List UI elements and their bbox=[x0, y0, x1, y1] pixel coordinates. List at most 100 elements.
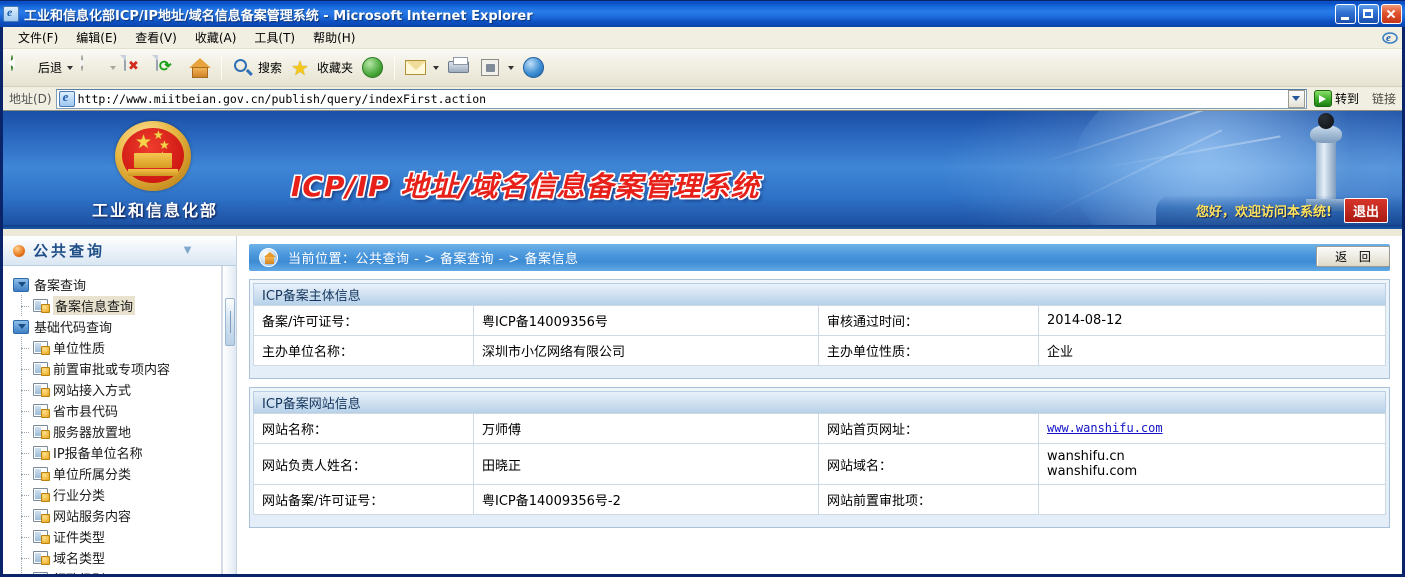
subject-info-table: 备案/许可证号： 粤ICP备14009356号 审核通过时间： 2014-08-… bbox=[253, 305, 1386, 366]
maximize-button[interactable] bbox=[1358, 4, 1379, 24]
cell-label-unit-name: 主办单位名称： bbox=[253, 335, 474, 366]
table-row: 网站备案/许可证号： 粤ICP备14009356号-2 网站前置审批项： bbox=[253, 484, 1386, 515]
cell-label-homepage-url: 网站首页网址： bbox=[818, 413, 1039, 444]
menu-item-help[interactable]: 帮助(H) bbox=[304, 27, 364, 48]
sidebar-item-label: 行业分类 bbox=[53, 489, 106, 504]
panel-footer bbox=[253, 366, 1386, 375]
sidebar-item-certificate-type[interactable]: 证件类型 bbox=[11, 526, 221, 547]
cell-label-approval-time: 审核通过时间： bbox=[818, 305, 1039, 336]
sidebar-group-base-code-query[interactable]: 基础代码查询 bbox=[11, 316, 221, 337]
sidebar-collapse-handle[interactable] bbox=[225, 298, 235, 346]
svg-text:e: e bbox=[1386, 32, 1391, 44]
page-star-icon bbox=[33, 446, 50, 460]
national-emblem-icon: ★ ★ ★ ★ ★ bbox=[103, 119, 203, 203]
refresh-icon: ⟳ bbox=[156, 54, 180, 80]
sidebar-item-pre-approval[interactable]: 前置审批或专项内容 bbox=[11, 358, 221, 379]
home-icon bbox=[188, 56, 212, 80]
address-dropdown-button[interactable] bbox=[1287, 89, 1305, 108]
sidebar-item-server-location[interactable]: 服务器放置地 bbox=[11, 421, 221, 442]
mail-dropdown-caret-icon[interactable] bbox=[433, 65, 440, 70]
menu-item-file[interactable]: 文件(F) bbox=[9, 27, 67, 48]
sidebar-item-province-code[interactable]: 省市县代码 bbox=[11, 400, 221, 421]
sidebar-item-beian-info-query[interactable]: 备案信息查询 bbox=[11, 295, 221, 316]
welcome-bar: 您好，欢迎访问本系统! 退出 bbox=[1156, 195, 1402, 225]
close-button[interactable] bbox=[1381, 4, 1402, 24]
stop-button[interactable]: ✖ bbox=[120, 54, 152, 82]
mail-button[interactable] bbox=[400, 54, 443, 82]
website-info-table: 网站名称： 万师傅 网站首页网址： www.wanshifu.com 网站负责人… bbox=[253, 413, 1386, 515]
back-icon bbox=[7, 54, 35, 80]
window-controls bbox=[1335, 4, 1402, 24]
sidebar-item-label: 证件类型 bbox=[53, 531, 106, 546]
sidebar-group-label: 备案查询 bbox=[34, 279, 87, 294]
sidebar-group-label: 基础代码查询 bbox=[34, 321, 113, 336]
messenger-button[interactable] bbox=[518, 54, 550, 82]
ie-app-icon bbox=[3, 5, 19, 22]
forward-dropdown-caret-icon[interactable] bbox=[110, 65, 117, 70]
go-label: 转到 bbox=[1334, 92, 1359, 106]
back-page-button[interactable]: 返 回 bbox=[1316, 246, 1390, 267]
forward-button[interactable] bbox=[77, 54, 120, 82]
menu-item-view[interactable]: 查看(V) bbox=[126, 27, 186, 48]
links-label[interactable]: 链接 bbox=[1372, 90, 1396, 107]
sidebar-group-beian-query[interactable]: 备案查询 bbox=[11, 274, 221, 295]
favorites-star-icon: ★ bbox=[291, 57, 309, 80]
page-body: 公共查询 ▼ 备案查询 备案信息查询 基础代码查询 单位性质 前置审批或专项内容… bbox=[3, 236, 1402, 574]
chevron-down-icon[interactable]: ▼ bbox=[181, 243, 194, 256]
toolbar-separator-2 bbox=[394, 55, 396, 80]
minimize-button[interactable] bbox=[1335, 4, 1356, 24]
sidebar-item-admin-level[interactable]: 行政级别 bbox=[11, 568, 221, 574]
window-title: 工业和信息化部ICP/IP地址/域名信息备案管理系统 - Microsoft I… bbox=[24, 8, 533, 24]
page-star-icon bbox=[33, 425, 50, 439]
cell-value-unit-nature: 企业 bbox=[1038, 335, 1386, 366]
search-button[interactable]: 搜索 bbox=[227, 54, 286, 82]
cell-value-unit-name: 深圳市小亿网络有限公司 bbox=[473, 335, 819, 366]
menu-item-edit[interactable]: 编辑(E) bbox=[67, 27, 126, 48]
sidebar-item-industry-category[interactable]: 行业分类 bbox=[11, 484, 221, 505]
menu-item-tools[interactable]: 工具(T) bbox=[245, 27, 304, 48]
sidebar-item-access-method[interactable]: 网站接入方式 bbox=[11, 379, 221, 400]
title-bar: 工业和信息化部ICP/IP地址/域名信息备案管理系统 - Microsoft I… bbox=[0, 0, 1405, 27]
sidebar-item-label: 备案信息查询 bbox=[53, 296, 136, 315]
page-star-icon bbox=[33, 362, 50, 376]
edit-button[interactable] bbox=[475, 54, 518, 82]
page-star-icon bbox=[33, 341, 50, 355]
address-label: 地址(D) bbox=[9, 92, 52, 106]
sidebar-item-ip-unit-name[interactable]: IP报备单位名称 bbox=[11, 442, 221, 463]
go-button[interactable]: 转到 bbox=[1311, 89, 1364, 108]
sidebar-item-service-content[interactable]: 网站服务内容 bbox=[11, 505, 221, 526]
sidebar-header[interactable]: 公共查询 ▼ bbox=[3, 236, 236, 266]
sidebar-item-label: 单位所属分类 bbox=[53, 468, 132, 483]
home-icon[interactable] bbox=[259, 248, 278, 267]
edit-dropdown-caret-icon[interactable] bbox=[508, 65, 515, 70]
home-button[interactable] bbox=[184, 54, 216, 82]
logout-button[interactable]: 退出 bbox=[1343, 197, 1388, 223]
cell-label-site-name: 网站名称： bbox=[253, 413, 474, 444]
print-button[interactable] bbox=[443, 54, 475, 82]
page-star-icon bbox=[33, 488, 50, 502]
refresh-button[interactable]: ⟳ bbox=[152, 54, 184, 82]
page-star-icon bbox=[33, 299, 50, 313]
address-input[interactable]: http://www.miitbeian.gov.cn/publish/quer… bbox=[55, 88, 1307, 109]
sidebar-item-unit-nature[interactable]: 单位性质 bbox=[11, 337, 221, 358]
browser-toolbar: 后退 ✖ ⟳ 搜索 ★ 收藏夹 bbox=[3, 49, 1402, 87]
back-button[interactable]: 后退 bbox=[7, 54, 77, 82]
menu-item-favorites[interactable]: 收藏(A) bbox=[186, 27, 246, 48]
sidebar-item-label: 域名类型 bbox=[53, 552, 106, 567]
ie-logo-icon: e bbox=[1382, 29, 1398, 45]
cell-value-pre-approval-item bbox=[1038, 484, 1386, 515]
back-dropdown-caret-icon[interactable] bbox=[67, 65, 74, 70]
sidebar-item-domain-type[interactable]: 域名类型 bbox=[11, 547, 221, 568]
sidebar-splitter[interactable] bbox=[222, 266, 236, 574]
address-url-text: http://www.miitbeian.gov.cn/publish/quer… bbox=[77, 91, 487, 106]
sidebar-item-label: 网站服务内容 bbox=[53, 510, 132, 525]
table-row: 主办单位名称： 深圳市小亿网络有限公司 主办单位性质： 企业 bbox=[253, 335, 1386, 366]
history-button[interactable] bbox=[357, 54, 389, 82]
ministry-name: 工业和信息化部 bbox=[91, 201, 218, 220]
breadcrumb-wrap: 当前位置：公共查询 - > 备案查询 - > 备案信息 bbox=[237, 236, 1402, 271]
sidebar-item-unit-category[interactable]: 单位所属分类 bbox=[11, 463, 221, 484]
favorites-button[interactable]: ★ 收藏夹 bbox=[286, 54, 357, 82]
cell-value-homepage-url: www.wanshifu.com bbox=[1038, 413, 1386, 444]
history-icon bbox=[361, 56, 385, 80]
homepage-link[interactable]: www.wanshifu.com bbox=[1047, 421, 1163, 435]
